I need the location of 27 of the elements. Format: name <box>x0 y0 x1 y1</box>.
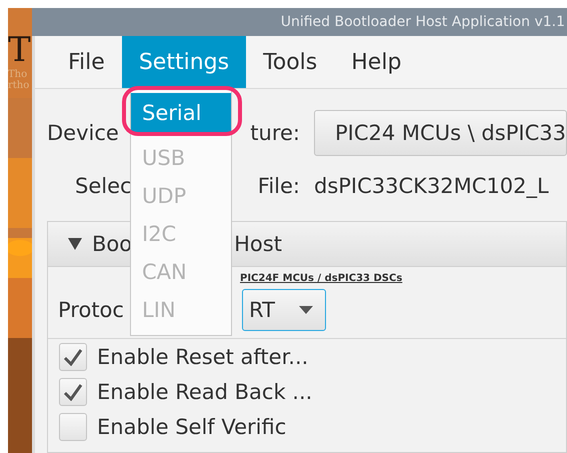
menu-option[interactable]: Serial <box>131 93 231 133</box>
pane-title: Host <box>234 232 282 256</box>
field-label: Selec <box>75 174 132 198</box>
field-label: Device <box>47 121 119 145</box>
file-name: dsPIC33CK32MC102_L <box>314 174 549 198</box>
device-family: PIC24F MCUs / dsPIC33 DSCs <box>240 273 402 284</box>
caret-icon <box>299 306 313 314</box>
checkbox-label: Enable Read Back ... <box>97 380 312 404</box>
menu-item[interactable]: File <box>51 36 122 88</box>
architecture-dropdown[interactable]: PIC24 MCUs \ dsPIC33 <box>314 110 567 156</box>
protocol-dropdown[interactable]: RT <box>242 289 326 331</box>
field-label: Protoc <box>58 298 124 322</box>
pane-title: Boo <box>92 232 132 256</box>
menu-item[interactable]: Help <box>334 36 418 88</box>
field-label: File: <box>258 174 300 198</box>
menu-item[interactable]: Tools <box>246 36 334 88</box>
field-label: ture: <box>250 121 300 145</box>
checkbox[interactable] <box>59 378 87 406</box>
window-title: Unified Bootloader Host Application v1.1 <box>280 14 566 30</box>
checkbox[interactable] <box>59 342 87 370</box>
background-text: Tho <box>8 69 28 80</box>
checkbox-label: Enable Self Verific <box>97 414 286 438</box>
background-text: rtho <box>8 80 30 92</box>
menu-item[interactable]: Settings <box>122 36 246 88</box>
checkbox-label: Enable Reset after... <box>97 344 308 368</box>
checkbox[interactable] <box>59 412 87 440</box>
background-text: T <box>8 32 32 70</box>
